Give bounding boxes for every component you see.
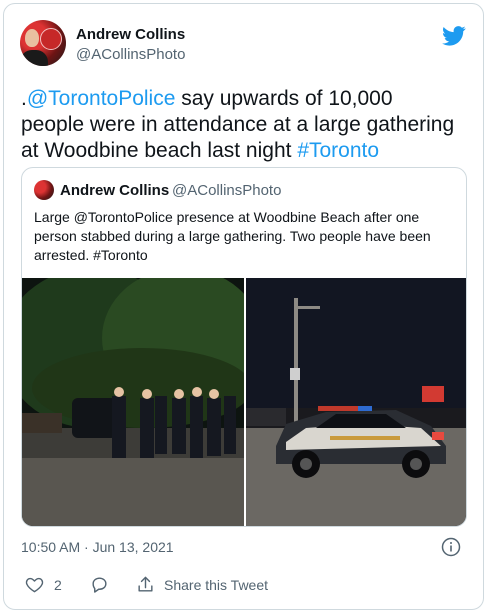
avatar-badge — [40, 28, 62, 50]
author-name[interactable]: Andrew Collins — [76, 26, 185, 43]
quoted-author-name: Andrew Collins — [60, 182, 170, 199]
like-button[interactable]: 2 — [25, 575, 62, 594]
tweet-text: .@TorontoPolice say upwards of 10,000 pe… — [21, 86, 461, 164]
share-label: Share this Tweet — [164, 576, 269, 593]
hashtag-link[interactable]: #Toronto — [297, 139, 379, 162]
author-handle[interactable]: @ACollinsPhoto — [76, 46, 185, 63]
photo-police-car[interactable] — [246, 278, 466, 526]
quoted-tweet[interactable]: Andrew Collins @ACollinsPhoto Large @Tor… — [21, 167, 467, 527]
photo-police-crowd[interactable] — [22, 278, 244, 526]
like-count: 2 — [54, 576, 62, 593]
info-icon[interactable] — [441, 537, 461, 557]
quoted-author-handle: @ACollinsPhoto — [172, 182, 282, 199]
reply-button[interactable] — [90, 575, 109, 594]
quoted-tweet-text: Large @TorontoPolice presence at Woodbin… — [34, 209, 431, 263]
tweet-card[interactable]: Andrew Collins @ACollinsPhoto .@TorontoP… — [3, 3, 484, 610]
avatar-face — [25, 29, 39, 47]
avatar-body — [20, 50, 48, 66]
author-avatar[interactable] — [20, 20, 66, 66]
quoted-author-avatar — [34, 180, 54, 200]
tweet-timestamp[interactable]: 10:50 AM · Jun 13, 2021 — [21, 539, 174, 555]
tweet-actions: 2 Share this Tweet — [21, 575, 461, 597]
mention-link[interactable]: @TorontoPolice — [27, 87, 176, 110]
heart-icon — [25, 577, 44, 593]
share-button[interactable]: Share this Tweet — [136, 575, 268, 594]
twitter-bird-icon[interactable] — [442, 26, 466, 46]
reply-icon — [92, 577, 107, 593]
share-icon — [138, 576, 153, 592]
